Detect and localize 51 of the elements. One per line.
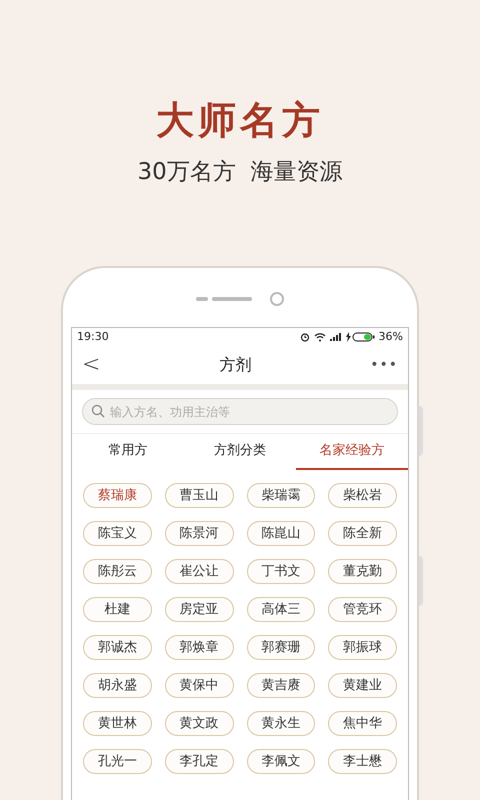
camera-icon [270,292,284,306]
tab[interactable]: 常用方 [72,434,184,470]
page-title: 方剂 [219,354,252,376]
expert-chip[interactable]: 管竞环 [328,597,397,622]
expert-chip[interactable]: 李佩文 [246,749,316,774]
expert-chip[interactable]: 黄世林 [83,711,152,736]
expert-chip[interactable]: 董克勤 [328,559,397,584]
expert-chip[interactable]: 柴瑞霭 [246,483,316,508]
expert-chip[interactable]: 黄永生 [246,711,316,736]
expert-chip[interactable]: 黄保中 [164,673,234,698]
more-button[interactable]: ••• [370,358,398,372]
expert-chip[interactable]: 李孔定 [164,749,234,774]
speaker-icon [212,296,252,300]
signal-icon [330,333,341,341]
expert-chip[interactable]: 孔光一 [83,749,152,774]
search-field[interactable]: 输入方名、功用主治等 [82,398,398,425]
expert-chip[interactable]: 杜建 [83,597,152,622]
expert-chip[interactable]: 李士懋 [328,749,397,774]
expert-chip[interactable]: 黄建业 [328,673,397,698]
expert-chip[interactable]: 蔡瑞康 [83,483,152,508]
expert-chip[interactable]: 黄文政 [164,711,234,736]
search-icon [91,404,105,418]
expert-chip[interactable]: 曹玉山 [164,483,234,508]
expert-chip[interactable]: 郭诚杰 [83,635,152,660]
expert-chip[interactable]: 焦中华 [328,711,397,736]
expert-chip[interactable]: 崔公让 [164,559,234,584]
headline: 大师名方 [156,96,324,144]
expert-chip[interactable]: 郭赛珊 [246,635,316,660]
expert-chip[interactable]: 胡永盛 [83,673,152,698]
tab[interactable]: 名家经验方 [296,434,408,470]
status-time: 19:30 [77,328,109,345]
expert-chip[interactable]: 陈宝义 [83,521,152,546]
battery-icon [344,332,375,342]
expert-chip[interactable]: 柴松岩 [328,483,397,508]
battery-percent: 36% [378,328,403,345]
expert-chip[interactable]: 陈崑山 [246,521,316,546]
alarm-icon [300,332,310,342]
expert-chip[interactable]: 郭振球 [328,635,397,660]
expert-chip[interactable]: 陈彤云 [83,559,152,584]
expert-chip[interactable]: 黄吉赓 [246,673,316,698]
expert-chip[interactable]: 丁书文 [246,559,316,584]
back-button[interactable]: < [82,354,100,376]
expert-chip[interactable]: 房定亚 [164,597,234,622]
tagline: 30万名方 海量资源 [138,158,342,187]
wifi-icon [314,332,326,342]
tab[interactable]: 方剂分类 [184,434,296,470]
expert-chip[interactable]: 高体三 [246,597,316,622]
expert-chip[interactable]: 陈景河 [164,521,234,546]
expert-chip[interactable]: 郭焕章 [164,635,234,660]
expert-chip[interactable]: 陈全新 [328,521,397,546]
sensor-icon [196,296,208,300]
